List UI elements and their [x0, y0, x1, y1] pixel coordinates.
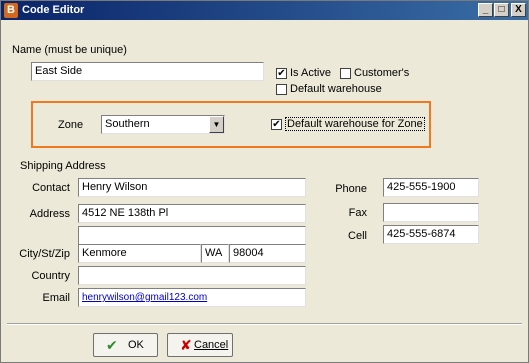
cell-input[interactable]: 425-555-6874	[383, 225, 479, 244]
default-warehouse-checkbox[interactable]	[276, 84, 287, 95]
zone-select[interactable]: Southern ▼	[101, 115, 225, 134]
close-button[interactable]: X	[511, 3, 526, 17]
name-input[interactable]: East Side	[31, 62, 264, 81]
title-bar[interactable]: B Code Editor _ □ X	[1, 1, 528, 20]
fax-label: Fax	[348, 207, 367, 219]
address-line1-input[interactable]: 4512 NE 138th Pl	[78, 204, 306, 223]
cancel-button-label: Cancel	[194, 339, 229, 351]
check-icon: ✔	[106, 337, 118, 353]
default-zone-checkbox[interactable]: ✔	[271, 119, 282, 130]
email-link[interactable]: henrywilson@gmail123.com	[82, 292, 207, 303]
zone-label: Zone	[58, 119, 84, 131]
country-input[interactable]	[78, 266, 306, 285]
default-warehouse-label: Default warehouse	[290, 83, 382, 95]
customers-checkbox[interactable]	[340, 68, 351, 79]
contact-input[interactable]: Henry Wilson	[78, 178, 306, 197]
maximize-button[interactable]: □	[494, 3, 509, 17]
shipping-address-title: Shipping Address	[20, 160, 106, 172]
is-active-label: Is Active	[290, 67, 331, 79]
name-label: Name (must be unique)	[12, 44, 127, 56]
email-input[interactable]: henrywilson@gmail123.com	[78, 288, 306, 307]
address-label: Address	[29, 208, 70, 220]
fax-input[interactable]	[383, 203, 479, 222]
x-icon: ✘	[180, 337, 192, 353]
city-input[interactable]: Kenmore	[78, 244, 201, 263]
window-title: Code Editor	[22, 4, 85, 16]
code-editor-window: B Code Editor _ □ X Name (must be unique…	[0, 0, 529, 363]
country-label: Country	[31, 270, 70, 282]
state-input[interactable]: WA	[201, 244, 229, 263]
zip-input[interactable]: 98004	[229, 244, 306, 263]
phone-input[interactable]: 425-555-1900	[383, 178, 479, 197]
zone-select-value: Southern	[105, 118, 150, 130]
cancel-button[interactable]: ✘ Cancel	[167, 333, 233, 357]
minimize-button[interactable]: _	[478, 3, 493, 17]
ok-button[interactable]: ✔ OK	[93, 333, 158, 357]
contact-label: Contact	[32, 182, 70, 194]
cell-label: Cell	[348, 230, 367, 242]
ok-button-label: OK	[128, 339, 144, 351]
chevron-down-icon[interactable]: ▼	[209, 116, 224, 133]
default-zone-label: Default warehouse for Zone	[285, 117, 425, 131]
customers-label: Customer's	[354, 67, 410, 79]
email-label: Email	[42, 292, 70, 304]
footer-separator	[7, 323, 522, 325]
is-active-checkbox[interactable]: ✔	[276, 68, 287, 79]
phone-label: Phone	[335, 183, 367, 195]
app-icon: B	[4, 3, 18, 18]
city-st-zip-label: City/St/Zip	[19, 248, 70, 260]
address-line2-input[interactable]	[78, 226, 306, 245]
